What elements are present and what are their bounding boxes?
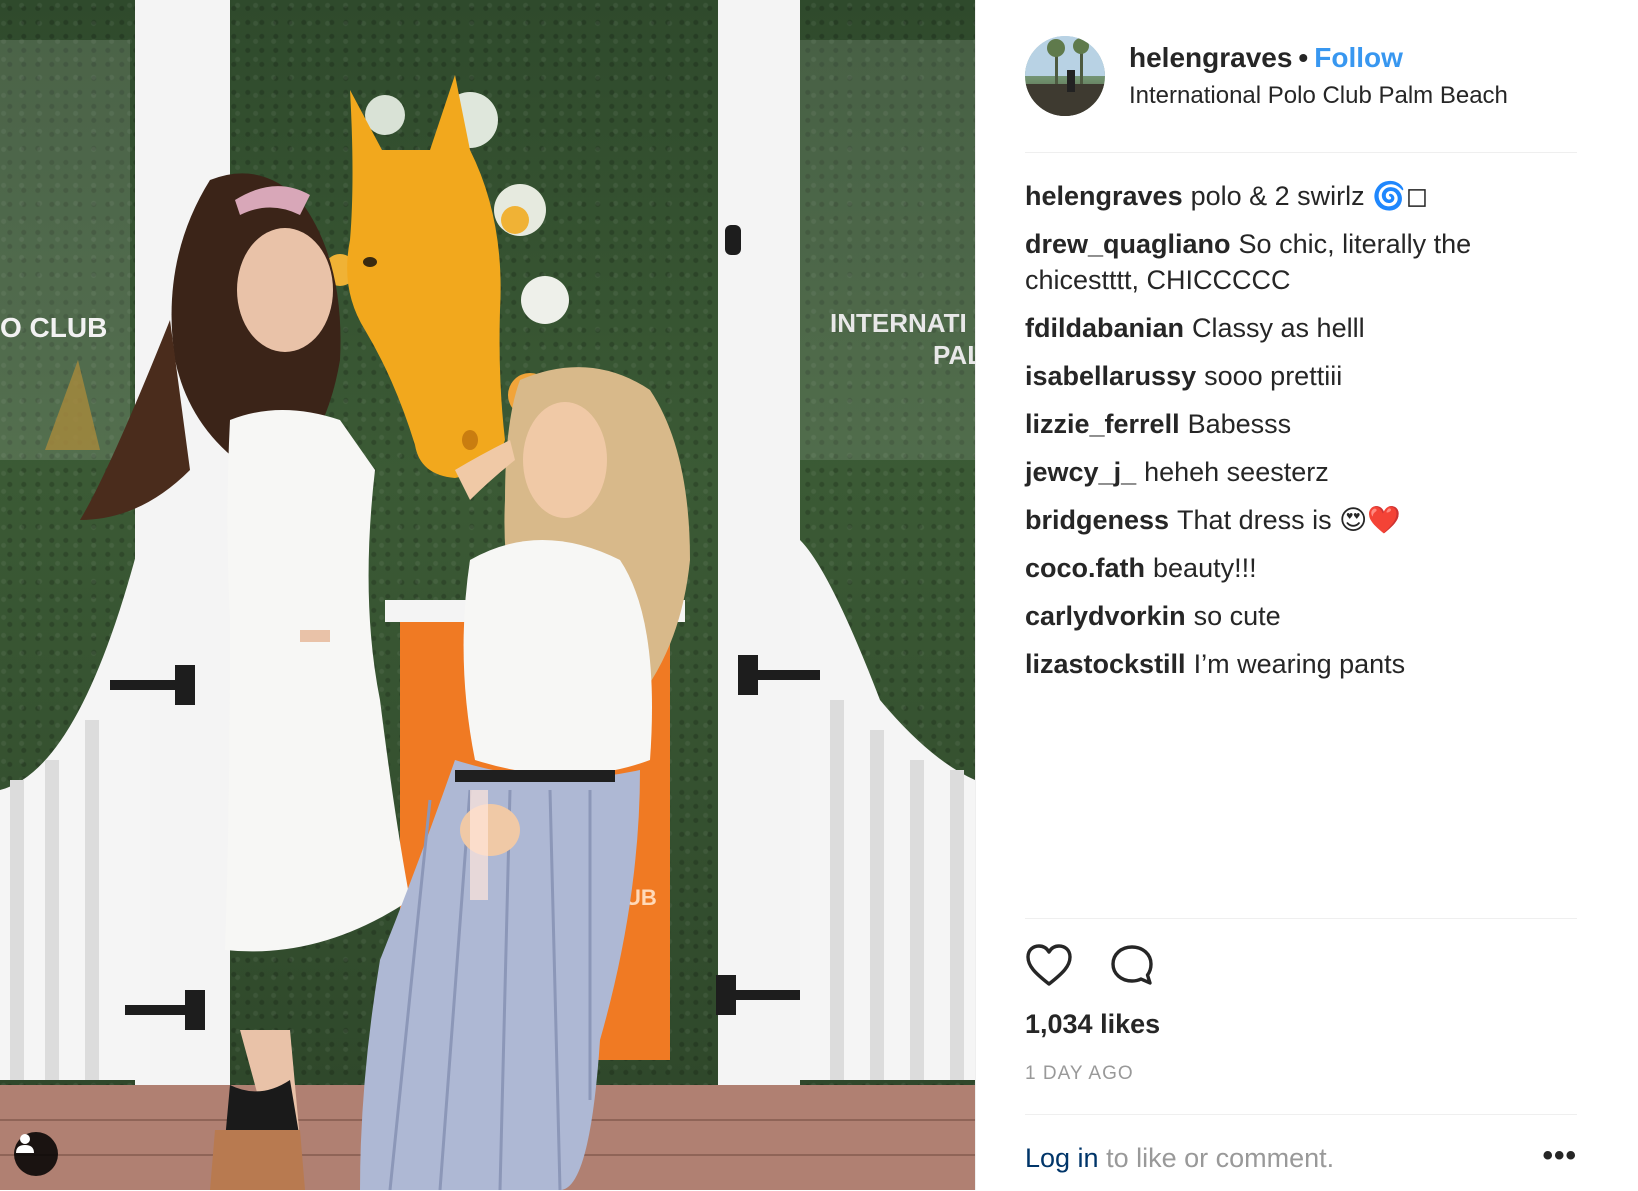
likes-count[interactable]: 1,034 likes — [1025, 1009, 1160, 1040]
comment-author[interactable]: lizzie_ferrell — [1025, 409, 1180, 439]
comment-text: so cute — [1193, 601, 1281, 631]
photo-illustration: O CLUB INTERNATI PAL UB — [0, 0, 975, 1190]
comment-text: Classy as helll — [1192, 313, 1365, 343]
comment-item: jewcy_j_ heheh seesterz — [1025, 454, 1577, 490]
comment-author[interactable]: lizastockstill — [1025, 649, 1186, 679]
post-sidebar: helengraves • Follow International Polo Cl… — [975, 0, 1638, 1190]
post-photo[interactable]: O CLUB INTERNATI PAL UB — [0, 0, 975, 1190]
login-link[interactable]: Log in — [1025, 1143, 1099, 1173]
horse-nostril — [462, 430, 478, 450]
login-footer: Log in to like or comment. ••• — [1025, 1114, 1577, 1191]
comment-text: sooo prettiii — [1204, 361, 1343, 391]
comment-author[interactable]: coco.fath — [1025, 553, 1145, 583]
comment-author[interactable]: jewcy_j_ — [1025, 457, 1136, 487]
follow-button[interactable]: Follow — [1314, 42, 1403, 73]
right-sign-text-2: PAL — [933, 340, 975, 370]
avatar[interactable] — [1025, 36, 1105, 116]
comment-item: carlydvorkin so cute — [1025, 598, 1577, 634]
comment-text: heheh seesterz — [1144, 457, 1329, 487]
comment-item: lizastockstill I’m wearing pants — [1025, 646, 1577, 682]
right-sign-panel — [800, 40, 975, 460]
action-icons — [1025, 943, 1155, 992]
right-sign-text-1: INTERNATI — [830, 308, 967, 338]
left-fence — [0, 540, 150, 1080]
left-sign-text: O CLUB — [0, 312, 107, 343]
separator-dot: • — [1298, 42, 1309, 73]
comment-text: beauty!!! — [1153, 553, 1257, 583]
more-options-button[interactable]: ••• — [1542, 1139, 1577, 1173]
comment-bubble-icon[interactable] — [1109, 943, 1155, 992]
login-suffix: to like or comment. — [1098, 1143, 1335, 1173]
post-actions: 1,034 likes 1 DAY AGO — [1025, 918, 1577, 1115]
location-link[interactable]: International Polo Club Palm Beach — [1129, 82, 1508, 110]
comment-text: I’m wearing pants — [1193, 649, 1406, 679]
comment-item: bridgeness That dress is 😍❤️ — [1025, 502, 1577, 538]
comment-list: helengraves polo & 2 swirlz 🌀◻ drew_quagl… — [1025, 178, 1577, 694]
caption-author[interactable]: helengraves — [1025, 181, 1183, 211]
comment-author[interactable]: isabellarussy — [1025, 361, 1196, 391]
comment-text: Babesss — [1187, 409, 1292, 439]
right-fence — [800, 540, 975, 1080]
comment-item: lizzie_ferrell Babesss — [1025, 406, 1577, 442]
heart-icon[interactable] — [1025, 943, 1073, 992]
comment-item: fdildabanian Classy as helll — [1025, 310, 1577, 346]
login-prompt: Log in to like or comment. — [1025, 1143, 1334, 1174]
comment-author[interactable]: drew_quagliano — [1025, 229, 1231, 259]
comment-author[interactable]: bridgeness — [1025, 505, 1169, 535]
caption-text: polo & 2 swirlz 🌀◻ — [1190, 181, 1429, 211]
comment-item: drew_quagliano So chic, literally the chi… — [1025, 226, 1577, 298]
comment-author[interactable]: carlydvorkin — [1025, 601, 1186, 631]
comment-text: That dress is 😍❤️ — [1177, 505, 1401, 535]
comment-item: isabellarussy sooo prettiii — [1025, 358, 1577, 394]
comment-author[interactable]: fdildabanian — [1025, 313, 1184, 343]
comment-item: coco.fath beauty!!! — [1025, 550, 1577, 586]
caption: helengraves polo & 2 swirlz 🌀◻ — [1025, 178, 1577, 214]
post-header: helengraves • Follow International Polo Cl… — [1025, 0, 1577, 153]
username-link[interactable]: helengraves — [1129, 42, 1292, 73]
horse-eye — [363, 257, 377, 267]
user-tag-icon[interactable] — [14, 1132, 58, 1176]
post-timestamp[interactable]: 1 DAY AGO — [1025, 1063, 1134, 1085]
header-user-line: helengraves • Follow — [1129, 42, 1403, 74]
